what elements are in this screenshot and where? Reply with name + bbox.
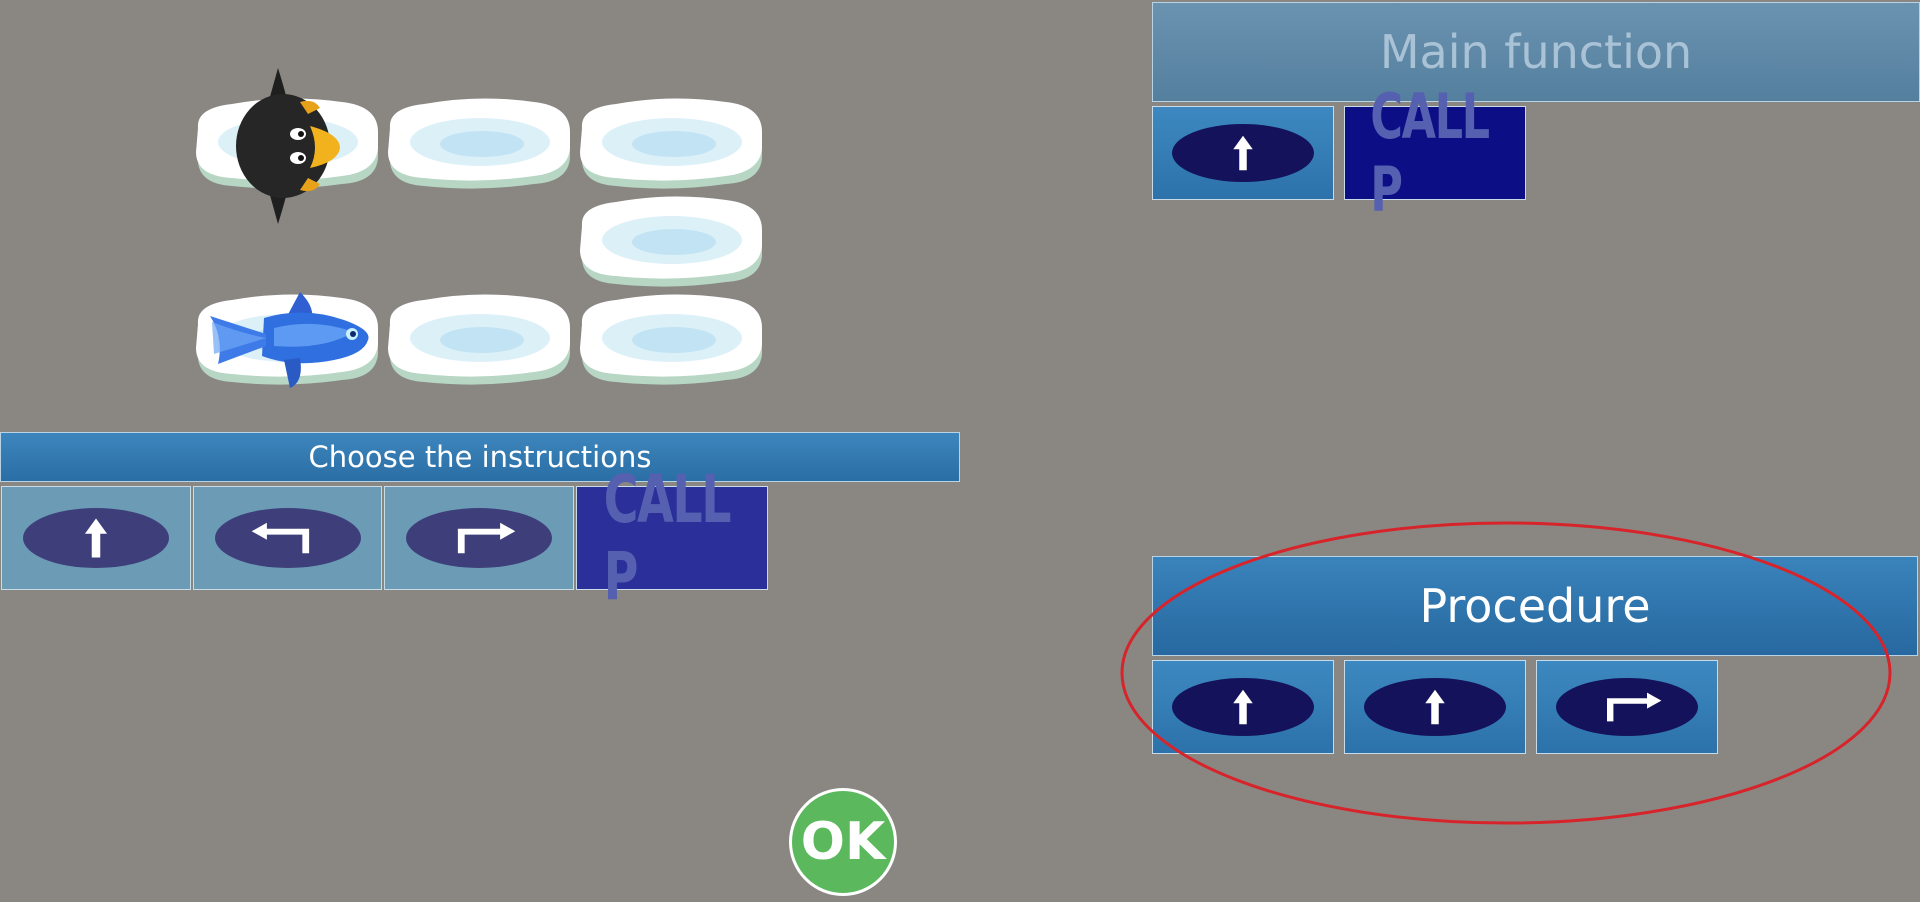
turn-right-arrow-icon [1591, 691, 1663, 723]
procedure-bar: Procedure [1152, 556, 1918, 656]
call-procedure-instruction-button[interactable]: CALL P [576, 461, 768, 615]
main-function-bar: Main function [1152, 2, 1920, 102]
procedure-turn-right-slot[interactable] [1536, 660, 1718, 754]
main-function-label: Main function [1379, 25, 1693, 79]
ice-tile [384, 96, 574, 194]
turn-left-instruction-button[interactable] [193, 486, 382, 590]
choose-instructions-label: Choose the instructions [308, 440, 652, 474]
call-procedure-label: CALL P [1370, 80, 1490, 226]
forward-arrow-icon [1228, 133, 1258, 173]
fish-icon [210, 292, 369, 388]
ice-tile [576, 292, 766, 390]
turn-right-instruction-button[interactable] [384, 486, 574, 590]
turn-left-arrow-icon [250, 521, 326, 555]
penguin-icon [236, 68, 340, 224]
main-call-procedure-slot[interactable]: CALL P [1344, 80, 1526, 226]
procedure-label: Procedure [1419, 579, 1651, 633]
ok-button[interactable]: OK [789, 788, 897, 896]
ice-tile [576, 96, 766, 194]
call-procedure-label: CALL P [603, 461, 732, 615]
procedure-forward-slot[interactable] [1344, 660, 1526, 754]
turn-right-arrow-icon [441, 521, 517, 555]
procedure-forward-slot[interactable] [1152, 660, 1334, 754]
forward-arrow-icon [79, 516, 113, 560]
main-forward-slot[interactable] [1152, 106, 1334, 200]
ice-tile [384, 292, 574, 390]
ice-tile [576, 194, 766, 292]
ok-label: OK [800, 812, 886, 872]
forward-arrow-icon [1420, 687, 1450, 727]
choose-instructions-bar: Choose the instructions [0, 432, 960, 482]
forward-instruction-button[interactable] [1, 486, 191, 590]
forward-arrow-icon [1228, 687, 1258, 727]
